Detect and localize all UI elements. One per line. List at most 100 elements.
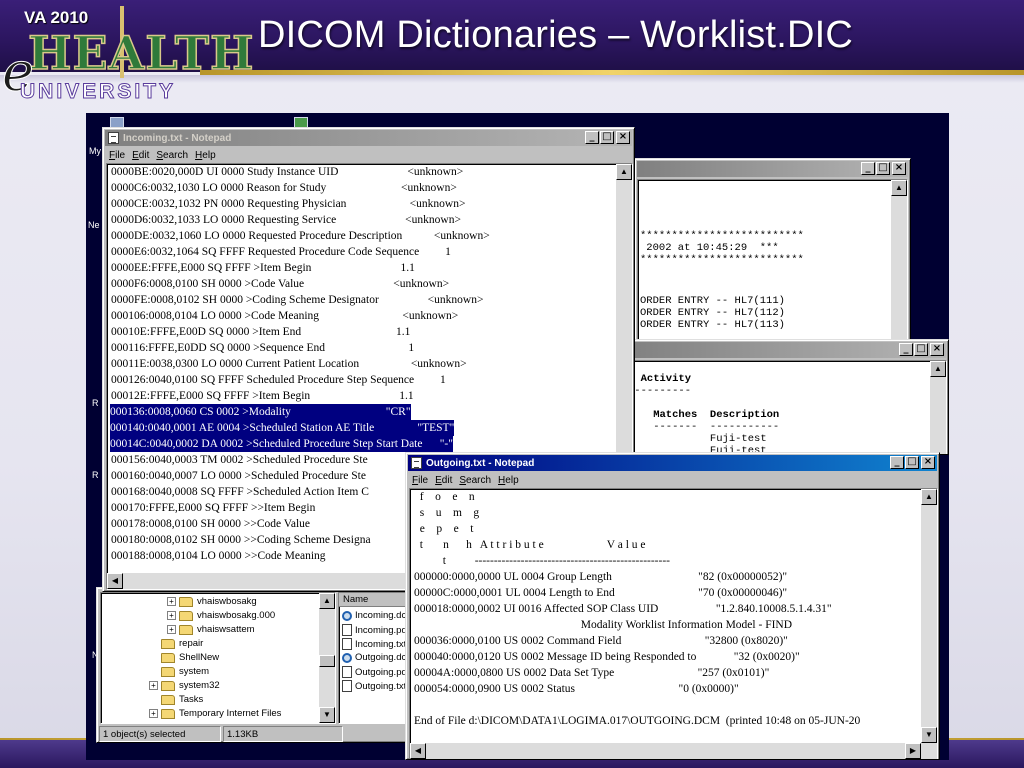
tree-item[interactable]: vlmods xyxy=(161,722,209,723)
menu-help[interactable]: Help xyxy=(498,475,519,486)
log-line: ORDER ENTRY -- HL7(111) xyxy=(640,295,785,307)
scroll-up-button[interactable]: ▲ xyxy=(319,593,335,609)
tree-item[interactable]: + vhaiswbosakg xyxy=(167,596,257,607)
window-title: Outgoing.txt - Notepad xyxy=(426,457,535,469)
log-window-titlebar[interactable]: _ □ × xyxy=(637,161,908,177)
activity-window[interactable]: _ □ × t Activity ---------- Matches Desc… xyxy=(622,339,949,455)
log-window[interactable]: _ □ × ************************** 2002 at… xyxy=(634,158,911,343)
scroll-left-button[interactable]: ◀ xyxy=(107,573,123,589)
menu-file[interactable]: File xyxy=(109,150,125,161)
incoming-titlebar[interactable]: Incoming.txt - Notepad _ □ × xyxy=(105,130,632,146)
vertical-scrollbar[interactable]: ▲ ▼ xyxy=(921,489,937,743)
menu-bar: File Edit Search Help xyxy=(106,147,631,163)
menu-search[interactable]: Search xyxy=(459,475,491,486)
activity-window-titlebar[interactable]: _ □ × xyxy=(625,342,946,358)
desktop-icon-label: Ne xyxy=(88,220,100,230)
maximize-button[interactable]: □ xyxy=(914,343,928,356)
slide-title: DICOM Dictionaries – Worklist.DIC xyxy=(258,14,853,56)
tree-item[interactable]: system xyxy=(161,666,209,677)
activity-line: ------- ----------- xyxy=(628,421,780,433)
column-header-line: t n h A t t r i b u t e V a l u e xyxy=(414,539,646,551)
logo-bottom-text: UNIVERSITY xyxy=(19,80,177,104)
activity-text-area[interactable]: t Activity ---------- Matches Descriptio… xyxy=(625,360,947,454)
minimize-button[interactable]: _ xyxy=(890,456,904,469)
file-icon xyxy=(342,666,352,678)
outgoing-notepad-window[interactable]: Outgoing.txt - Notepad _ □ × File Edit S… xyxy=(405,452,940,760)
minimize-button[interactable]: _ xyxy=(899,343,913,356)
folder-tree[interactable]: + vhaiswbosakg + vhaiswbosakg.000 + vhaisws… xyxy=(100,592,336,724)
minimize-button[interactable]: _ xyxy=(585,131,599,144)
logo-top-text: VA 2010 xyxy=(24,8,89,27)
text-line: 0000FE:0008,0102 SH 0000 >Coding Scheme … xyxy=(111,294,484,306)
menu-edit[interactable]: Edit xyxy=(132,150,149,161)
folder-icon xyxy=(179,624,193,635)
selected-text-line[interactable]: 000136:0008,0060 CS 0002 >Modality "CR" xyxy=(110,404,411,420)
text-line: 0000D6:0032,1033 LO 0000 Requesting Serv… xyxy=(111,214,461,226)
scroll-up-button[interactable]: ▲ xyxy=(930,361,946,377)
outgoing-text-area[interactable]: f o e n s u m g e p e t t n h A t t r i … xyxy=(409,488,938,759)
tree-item[interactable]: + vhaiswbosakg.000 xyxy=(167,610,275,621)
text-line: 000178:0008,0100 SH 0000 >>Code Value xyxy=(111,518,310,530)
text-line: 0000BE:0020,000D UI 0000 Study Instance … xyxy=(111,166,464,178)
text-line: 0000C6:0032,1030 LO 0000 Reason for Stud… xyxy=(111,182,457,194)
selected-text-line[interactable]: 00014C:0040,0002 DA 0002 >Scheduled Proc… xyxy=(110,436,453,452)
close-button[interactable]: × xyxy=(930,343,944,356)
text-line: 000116:FFFE,E0DD SQ 0000 >Sequence End 1 xyxy=(111,342,415,354)
tree-item[interactable]: Tasks xyxy=(161,694,203,705)
explorer-window[interactable]: + vhaiswbosakg + vhaiswbosakg.000 + vhaisws… xyxy=(96,587,432,743)
text-line: 000156:0040,0003 TM 0002 >Scheduled Proc… xyxy=(111,454,368,466)
desktop-icon-label: R xyxy=(92,398,99,408)
activity-line: t Activity xyxy=(628,373,692,385)
menu-search[interactable]: Search xyxy=(156,150,188,161)
magnifier-icon xyxy=(342,610,352,621)
tree-item[interactable]: ShellNew xyxy=(161,652,219,663)
close-button[interactable]: × xyxy=(892,162,906,175)
close-button[interactable]: × xyxy=(921,456,935,469)
file-item[interactable]: Incoming.txt xyxy=(342,638,406,650)
vertical-scrollbar[interactable]: ▲ xyxy=(930,361,946,454)
folder-icon xyxy=(161,722,175,723)
outgoing-titlebar[interactable]: Outgoing.txt - Notepad _ □ × xyxy=(408,455,937,471)
tree-item[interactable]: + vhaiswsattem xyxy=(167,624,255,635)
tree-item[interactable]: + Temporary Internet Files xyxy=(149,708,281,719)
vertical-scrollbar[interactable]: ▲ xyxy=(891,180,907,341)
log-text-area[interactable]: ************************** 2002 at 10:45… xyxy=(637,179,908,342)
scroll-left-button[interactable]: ◀ xyxy=(410,743,426,759)
file-item[interactable]: Incoming.dcm xyxy=(342,610,414,621)
logo-main-text: HEALTH xyxy=(27,25,255,81)
text-line: 0000EE:FFFE,E000 SQ FFFF >Item Begin 1.1 xyxy=(111,262,415,274)
file-item[interactable]: Outgoing.txt xyxy=(342,680,406,692)
vertical-scrollbar[interactable]: ▲ ▼ xyxy=(319,593,335,723)
file-item[interactable]: Incoming.pdf xyxy=(342,624,409,636)
menu-file[interactable]: File xyxy=(412,475,428,486)
scroll-thumb[interactable] xyxy=(319,655,335,667)
tree-item[interactable]: repair xyxy=(161,638,203,649)
text-line: 000000:0000,0000 UL 0004 Group Length "8… xyxy=(414,571,788,583)
tree-item[interactable]: + system32 xyxy=(149,680,220,691)
text-line: 000036:0000,0100 US 0002 Command Field "… xyxy=(414,635,788,647)
text-line: 000180:0008,0102 SH 0000 >>Coding Scheme… xyxy=(111,534,371,546)
text-line: 000160:0040,0007 LO 0000 >Scheduled Proc… xyxy=(111,470,366,482)
scroll-right-button[interactable]: ▶ xyxy=(905,743,921,759)
minimize-button[interactable]: _ xyxy=(861,162,875,175)
menu-edit[interactable]: Edit xyxy=(435,475,452,486)
text-file-icon xyxy=(342,638,352,650)
maximize-button[interactable]: □ xyxy=(600,131,614,144)
maximize-button[interactable]: □ xyxy=(876,162,890,175)
scroll-up-button[interactable]: ▲ xyxy=(616,164,632,180)
scroll-up-button[interactable]: ▲ xyxy=(891,180,907,196)
menu-help[interactable]: Help xyxy=(195,150,216,161)
text-line: 00004A:0000,0800 US 0002 Data Set Type "… xyxy=(414,667,770,679)
close-button[interactable]: × xyxy=(616,131,630,144)
scroll-down-button[interactable]: ▼ xyxy=(921,727,937,743)
selected-text-line[interactable]: 000140:0040,0001 AE 0004 >Scheduled Stat… xyxy=(110,420,455,436)
file-item[interactable]: Outgoing.dcm xyxy=(342,652,414,663)
horizontal-scrollbar[interactable]: ◀ ▶ xyxy=(410,743,937,759)
scroll-up-button[interactable]: ▲ xyxy=(921,489,937,505)
text-line: 000040:0000,0120 US 0002 Message ID bein… xyxy=(414,651,800,663)
log-line: 2002 at 10:45:29 *** xyxy=(640,242,779,254)
maximize-button[interactable]: □ xyxy=(905,456,919,469)
text-line: f o e n xyxy=(414,491,475,503)
scroll-down-button[interactable]: ▼ xyxy=(319,707,335,723)
file-item[interactable]: Outgoing.pdf xyxy=(342,666,409,678)
